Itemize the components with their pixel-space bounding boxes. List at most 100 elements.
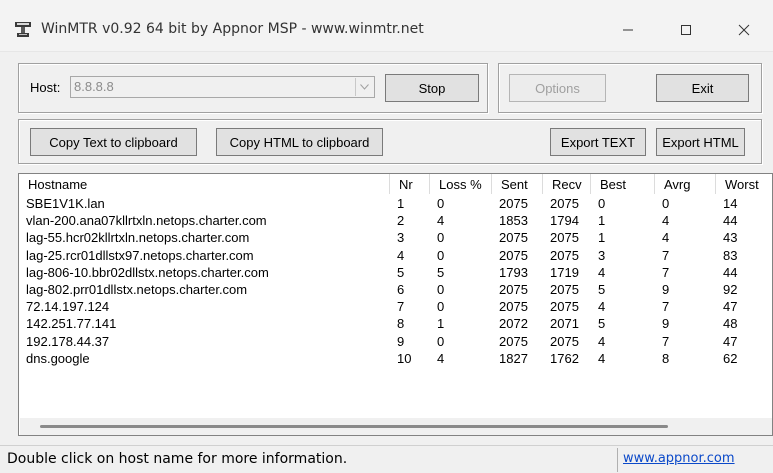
cell-avrg: 7 <box>662 333 670 349</box>
cell-best: 5 <box>598 282 606 297</box>
cell-worst: 47 <box>723 333 738 349</box>
column-header-best[interactable]: Best <box>591 174 655 194</box>
cell-best: 4 <box>598 333 606 349</box>
cell-worst: 62 <box>723 350 738 366</box>
cell-sent: 2075 <box>499 333 528 349</box>
minimize-button[interactable] <box>605 14 651 46</box>
cell-recv: 2071 <box>550 316 579 332</box>
cell-worst: 92 <box>723 282 738 297</box>
cell-avrg: 4 <box>662 213 670 229</box>
column-header-sent[interactable]: Sent <box>492 174 543 194</box>
cell-sent: 2075 <box>499 282 528 297</box>
cell-loss: 4 <box>437 350 445 366</box>
cell-nr: 6 <box>397 282 405 297</box>
scrollbar-thumb[interactable] <box>40 425 668 428</box>
close-icon <box>738 24 750 36</box>
cell-hostname: 142.251.77.141 <box>26 316 117 332</box>
cell-best: 1 <box>598 213 606 229</box>
table-header: Hostname Nr Loss % Sent Recv Best Avrg Worst <box>19 174 772 194</box>
cell-best: 5 <box>598 316 606 332</box>
cell-avrg: 9 <box>662 316 670 332</box>
cell-nr: 1 <box>397 196 405 211</box>
cell-worst: 83 <box>723 247 738 263</box>
maximize-icon <box>681 25 691 35</box>
copy-text-button[interactable]: Copy Text to clipboard <box>30 128 197 156</box>
cell-hostname: lag-802.prr01dllstx.netops.charter.com <box>26 282 248 297</box>
cell-worst: 47 <box>723 299 738 315</box>
cell-recv: 2075 <box>550 196 579 211</box>
cell-recv: 2075 <box>550 333 579 349</box>
cell-sent: 1853 <box>499 213 528 229</box>
cell-best: 0 <box>598 196 606 211</box>
cell-loss: 0 <box>437 299 445 315</box>
cell-sent: 2075 <box>499 196 528 211</box>
cell-hostname: SBE1V1K.lan <box>26 196 105 211</box>
table-row[interactable]: lag-25.rcr01dllstx97.netops.charter.com 4… <box>19 247 772 264</box>
cell-loss: 0 <box>437 247 445 263</box>
table-row[interactable]: SBE1V1K.lan 1 0 2075 2075 0 0 14 <box>19 195 772 212</box>
status-divider <box>617 448 618 472</box>
table-row[interactable]: dns.google 10 4 1827 1762 4 8 62 <box>19 350 772 367</box>
table-row[interactable]: 192.178.44.37 9 0 2075 2075 4 7 47 <box>19 333 772 350</box>
column-header-hostname[interactable]: Hostname <box>19 174 390 194</box>
cell-sent: 1793 <box>499 264 528 280</box>
table-row[interactable]: vlan-200.ana07kllrtxln.netops.charter.co… <box>19 212 772 229</box>
cell-avrg: 7 <box>662 247 670 263</box>
table-row[interactable]: 72.14.197.124 7 0 2075 2075 4 7 47 <box>19 298 772 315</box>
dropdown-arrow[interactable] <box>355 78 373 96</box>
table-row[interactable]: 142.251.77.141 8 1 2072 2071 5 9 48 <box>19 315 772 332</box>
cell-recv: 2075 <box>550 299 579 315</box>
copy-html-button[interactable]: Copy HTML to clipboard <box>216 128 383 156</box>
appnor-link[interactable]: www.appnor.com <box>623 451 735 466</box>
horizontal-scrollbar[interactable] <box>20 418 772 435</box>
cell-hostname: lag-806-10.bbr02dllstx.netops.charter.co… <box>26 264 269 280</box>
host-combobox[interactable]: 8.8.8.8 <box>70 76 375 98</box>
status-text: Double click on host name for more infor… <box>7 451 348 467</box>
cell-hostname: vlan-200.ana07kllrtxln.netops.charter.co… <box>26 213 267 229</box>
cell-worst: 43 <box>723 230 738 246</box>
cell-nr: 10 <box>397 350 412 366</box>
window-title: WinMTR v0.92 64 bit by Appnor MSP - www.… <box>41 21 424 37</box>
cell-recv: 2075 <box>550 230 579 246</box>
host-label: Host: <box>30 80 61 95</box>
cell-sent: 2072 <box>499 316 528 332</box>
cell-hostname: 192.178.44.37 <box>26 333 110 349</box>
table-row[interactable]: lag-806-10.bbr02dllstx.netops.charter.co… <box>19 264 772 281</box>
host-input-value[interactable]: 8.8.8.8 <box>74 79 114 94</box>
cell-nr: 3 <box>397 230 405 246</box>
cell-nr: 8 <box>397 316 405 332</box>
cell-worst: 44 <box>723 264 738 280</box>
results-table[interactable]: Hostname Nr Loss % Sent Recv Best Avrg Worst SB… <box>18 173 773 436</box>
cell-sent: 2075 <box>499 299 528 315</box>
table-row[interactable]: lag-802.prr01dllstx.netops.charter.com 6 0… <box>19 281 772 298</box>
cell-loss: 4 <box>437 213 445 229</box>
column-header-loss[interactable]: Loss % <box>430 174 492 194</box>
cell-best: 1 <box>598 230 606 246</box>
options-button[interactable]: Options <box>509 74 606 102</box>
close-button[interactable] <box>721 14 767 46</box>
export-html-button[interactable]: Export HTML <box>656 128 745 156</box>
maximize-button[interactable] <box>663 14 709 46</box>
cell-best: 4 <box>598 350 606 366</box>
title-bar: WinMTR v0.92 64 bit by Appnor MSP - www.… <box>0 0 773 52</box>
column-header-worst[interactable]: Worst <box>716 174 772 194</box>
cell-sent: 2075 <box>499 230 528 246</box>
chevron-down-icon <box>360 84 369 90</box>
cell-sent: 2075 <box>499 247 528 263</box>
export-text-button[interactable]: Export TEXT <box>550 128 646 156</box>
cell-hostname: lag-55.hcr02kllrtxln.netops.charter.com <box>26 230 250 246</box>
column-header-nr[interactable]: Nr <box>390 174 430 194</box>
cell-avrg: 8 <box>662 350 670 366</box>
cell-nr: 2 <box>397 213 405 229</box>
cell-avrg: 0 <box>662 196 670 211</box>
cell-nr: 4 <box>397 247 405 263</box>
stop-button[interactable]: Stop <box>385 74 479 102</box>
exit-button[interactable]: Exit <box>656 74 749 102</box>
column-header-recv[interactable]: Recv <box>543 174 591 194</box>
cell-nr: 5 <box>397 264 405 280</box>
cell-nr: 9 <box>397 333 405 349</box>
cell-avrg: 9 <box>662 282 670 297</box>
table-row[interactable]: lag-55.hcr02kllrtxln.netops.charter.com 3… <box>19 229 772 246</box>
column-header-avrg[interactable]: Avrg <box>655 174 716 194</box>
cell-sent: 1827 <box>499 350 528 366</box>
